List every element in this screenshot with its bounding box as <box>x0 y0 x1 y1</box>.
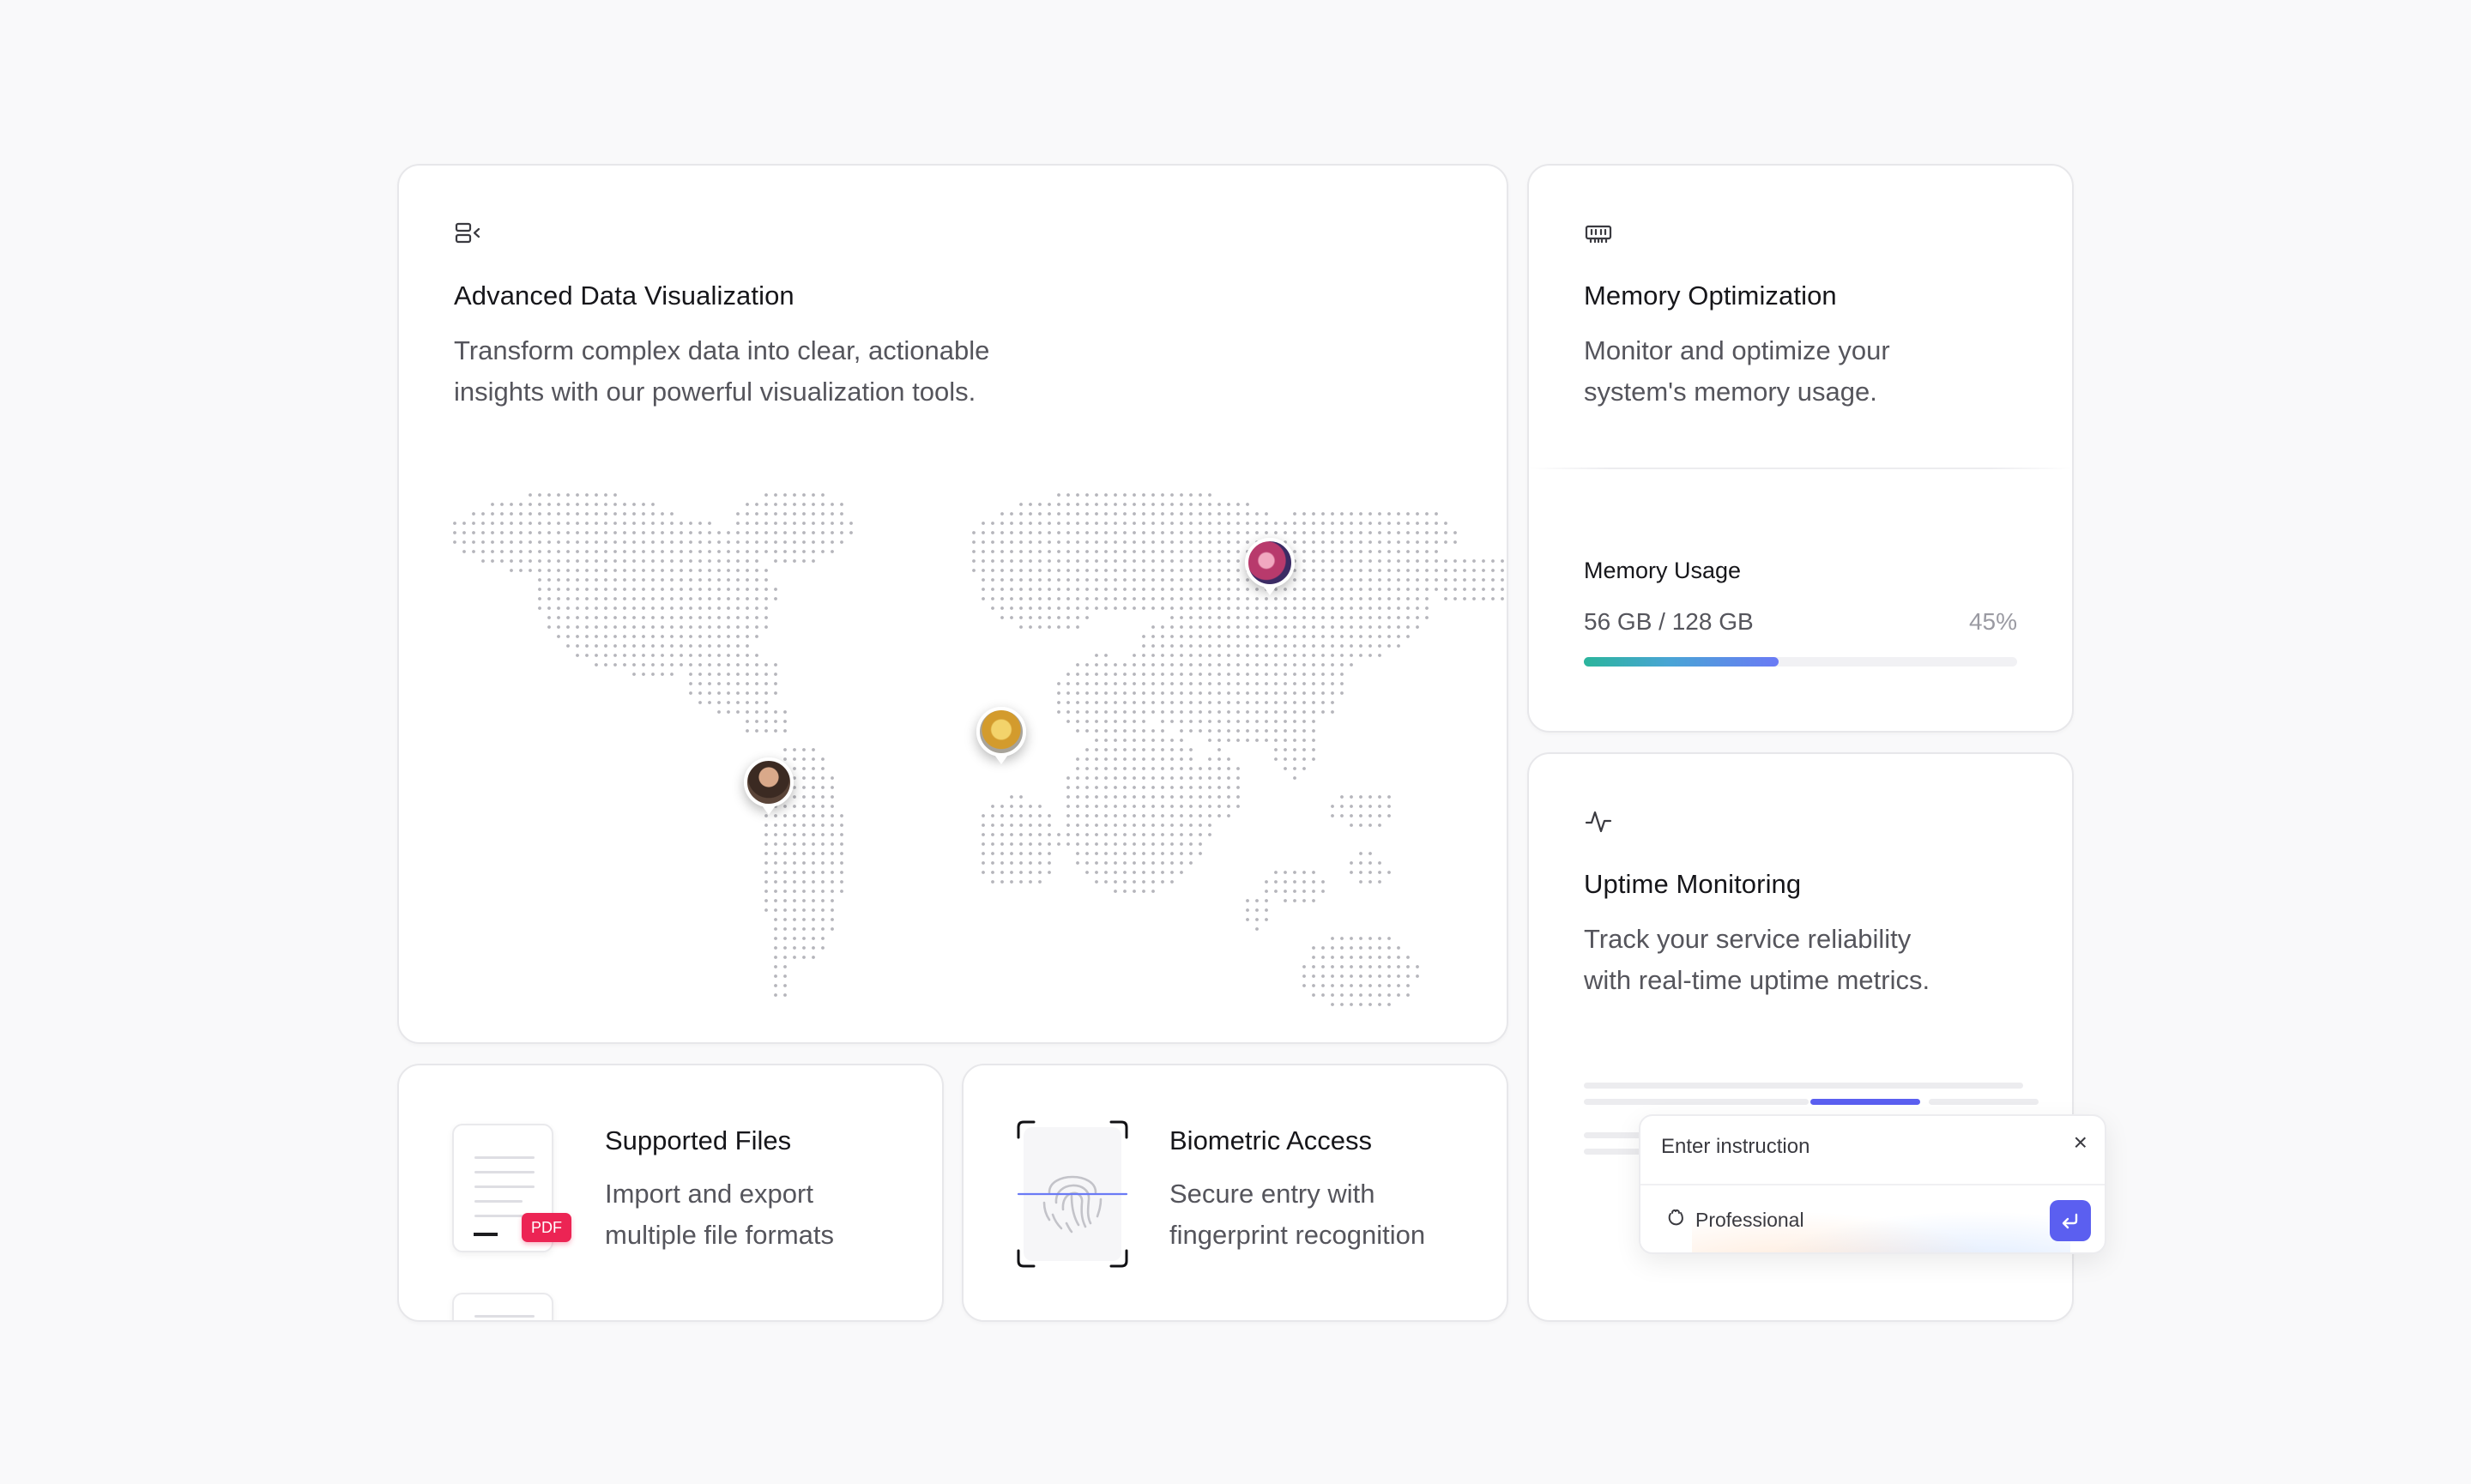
columns-chevron-icon <box>454 219 483 248</box>
avatar-south-america[interactable] <box>744 757 794 815</box>
card-description: Secure entry with fingerprint recognitio… <box>1169 1179 1426 1250</box>
fingerprint-icon <box>1017 1120 1128 1268</box>
card-description: Transform complex data into clear, actio… <box>454 335 990 407</box>
uptime-monitoring-card: Uptime Monitoring Track your service rel… <box>1527 752 2106 1322</box>
card-title: Biometric Access <box>1169 1125 1373 1155</box>
card-title: Supported Files <box>605 1125 792 1155</box>
file-document-icon <box>452 1293 553 1320</box>
card-title: Memory Optimization <box>1584 281 1837 311</box>
divider <box>1640 1184 2105 1185</box>
instruction-popup: Enter instruction × Professional <box>1639 1114 2106 1254</box>
card-description: Monitor and optimize your system's memor… <box>1584 335 1890 407</box>
avatar-africa[interactable] <box>976 707 1026 764</box>
divider <box>1529 468 2072 469</box>
close-icon[interactable]: × <box>2074 1130 2087 1155</box>
file-dash <box>474 1233 498 1236</box>
submit-button[interactable] <box>2050 1200 2091 1241</box>
tone-selector[interactable]: Professional <box>1664 1206 1804 1234</box>
supported-files-card: PDF Supported Files Import and export mu… <box>397 1064 944 1322</box>
card-description: Import and export multiple file formats <box>605 1179 835 1250</box>
data-visualization-card: Advanced Data Visualization Transform co… <box>397 164 1508 1044</box>
memory-progress-track <box>1584 657 2017 667</box>
world-dot-map <box>453 493 1504 1006</box>
uptime-bar-track <box>1584 1083 2023 1089</box>
pdf-badge: PDF <box>522 1213 571 1242</box>
avatar-asia[interactable] <box>1245 538 1295 595</box>
activity-icon <box>1584 807 1613 836</box>
card-description: Track your service reliability with real… <box>1584 924 1930 995</box>
memory-usage-percent: 45% <box>1968 608 2017 635</box>
uptime-bar-active <box>1810 1099 1920 1105</box>
tone-label: Professional <box>1695 1208 1804 1231</box>
enter-icon <box>2062 1213 2078 1229</box>
memory-usage-value: 56 GB / 128 GB <box>1584 608 1754 635</box>
uptime-bar-segment <box>1929 1099 2039 1105</box>
memory-usage-label: Memory Usage <box>1584 558 1742 583</box>
uptime-bar-segment <box>1584 1099 1809 1105</box>
tone-icon <box>1664 1206 1687 1234</box>
memory-chip-icon <box>1584 219 1613 248</box>
memory-optimization-card: Memory Optimization Monitor and optimize… <box>1527 164 2074 733</box>
card-title: Uptime Monitoring <box>1584 869 1802 899</box>
instruction-input[interactable]: Enter instruction <box>1661 1135 1809 1159</box>
biometric-access-card: Biometric Access Secure entry with finge… <box>962 1064 1508 1322</box>
memory-progress-fill <box>1584 657 1779 667</box>
card-title: Advanced Data Visualization <box>454 281 794 311</box>
